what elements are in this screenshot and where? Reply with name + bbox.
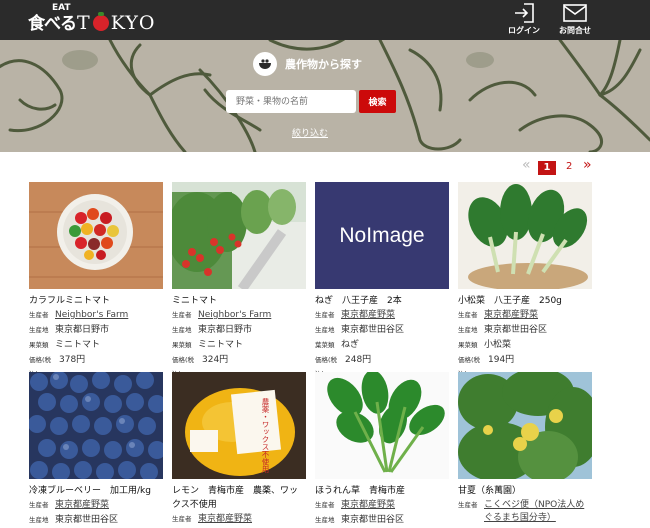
- producer-link[interactable]: Neighbor's Farm: [55, 308, 128, 323]
- pagination-next[interactable]: »: [583, 157, 592, 173]
- product-card[interactable]: ミニトマト 生産者 Neighbor's Farm 生産地 東京都日野市 果菜類 ミニ…: [172, 182, 306, 381]
- pagination-page-2[interactable]: 2: [566, 161, 572, 177]
- price-value: 324円: [202, 355, 229, 365]
- spinach-photo: [315, 372, 449, 479]
- price-value: 248円: [345, 355, 372, 365]
- category-value: ミニトマト: [198, 340, 244, 350]
- origin-label: 生産地: [29, 326, 49, 334]
- category-value: ねぎ: [341, 340, 360, 350]
- category-label: 果菜類: [29, 341, 49, 349]
- producer-link[interactable]: 東京都産野菜: [198, 512, 252, 527]
- product-name[interactable]: 甘夏（糸萬園）: [458, 484, 592, 498]
- producer-label: 生産者: [172, 515, 192, 523]
- producer-link[interactable]: 東京都産野菜: [484, 308, 538, 323]
- login-label: ログイン: [508, 26, 540, 35]
- product-card[interactable]: 農薬・ワックス不使用 レモン 青梅市産 農薬、ワックス不使用 生産者 東京都産野菜: [172, 372, 306, 527]
- tomato-bowl-photo: [29, 182, 163, 289]
- contact-label: お問合せ: [559, 26, 591, 35]
- site-logo[interactable]: 食べる EAT T KYO: [28, 3, 156, 34]
- login-icon: [515, 3, 534, 23]
- origin-value: 東京都日野市: [198, 325, 253, 335]
- origin-value: 東京都日野市: [55, 325, 110, 335]
- product-card[interactable]: 甘夏（糸萬園） 生産者 こくベジ便（NPO法人めぐるまち国分寺）: [458, 372, 592, 525]
- product-card[interactable]: 冷凍ブルーベリー 加工用/kg 生産者 東京都産野菜 生産地 東京都世田谷区: [29, 372, 163, 528]
- product-name[interactable]: カラフルミニトマト: [29, 294, 163, 308]
- product-image[interactable]: [458, 182, 592, 289]
- producer-link[interactable]: Neighbor's Farm: [198, 308, 271, 323]
- producer-label: 生産者: [315, 501, 335, 509]
- hero-heading: 農作物から探す: [253, 52, 362, 76]
- search-input[interactable]: [226, 90, 356, 113]
- contact-button[interactable]: お問合せ: [545, 0, 605, 40]
- category-label: 葉菜類: [315, 341, 335, 349]
- hero-title-text: 農作物から探す: [285, 58, 362, 71]
- producer-link[interactable]: 東京都産野菜: [341, 498, 395, 513]
- search-button[interactable]: 検索: [359, 90, 396, 113]
- pagination-prev[interactable]: «: [522, 157, 531, 173]
- product-image[interactable]: [315, 372, 449, 479]
- product-name[interactable]: 小松菜 八王子産 250g: [458, 294, 592, 308]
- mail-icon: [563, 4, 587, 22]
- producer-label: 生産者: [29, 501, 49, 509]
- product-name[interactable]: 冷凍ブルーベリー 加工用/kg: [29, 484, 163, 498]
- pagination-page-1[interactable]: 1: [538, 161, 556, 175]
- product-image[interactable]: [29, 182, 163, 289]
- producer-label: 生産者: [29, 311, 49, 319]
- lemon-photo: [172, 372, 306, 479]
- price-value: 378円: [59, 355, 86, 365]
- tomato-icon: [92, 12, 109, 31]
- komatsuna-photo: [458, 182, 592, 289]
- filter-link[interactable]: 絞り込む: [292, 126, 328, 139]
- product-name[interactable]: ねぎ 八王子産 2本: [315, 294, 449, 308]
- hero-search-banner: 農作物から探す 検索 絞り込む: [0, 40, 650, 152]
- origin-value: 東京都世田谷区: [484, 325, 548, 335]
- origin-label: 生産地: [315, 326, 335, 334]
- producer-label: 生産者: [458, 311, 478, 319]
- logo-t-text: T: [77, 12, 91, 34]
- origin-value: 東京都世田谷区: [341, 325, 405, 335]
- category-label: 果菜類: [172, 341, 192, 349]
- producer-link[interactable]: こくベジ便（NPO法人めぐるまち国分寺）: [484, 499, 588, 525]
- origin-label: 生産地: [172, 326, 192, 334]
- blueberry-photo: [29, 372, 163, 479]
- no-image-placeholder: NoImage: [339, 223, 425, 247]
- product-card[interactable]: カラフルミニトマト 生産者 Neighbor's Farm 生産地 東京都日野市 果…: [29, 182, 163, 381]
- producer-label: 生産者: [172, 311, 192, 319]
- product-image[interactable]: [29, 372, 163, 479]
- product-image[interactable]: [172, 182, 306, 289]
- product-name[interactable]: ほうれん草 青梅市産: [315, 484, 449, 498]
- producer-label: 生産者: [315, 311, 335, 319]
- origin-value: 東京都世田谷区: [341, 515, 405, 525]
- product-image[interactable]: NoImage: [315, 182, 449, 289]
- amanatsu-tree-photo: [458, 372, 592, 479]
- origin-label: 生産地: [29, 516, 49, 524]
- product-name[interactable]: レモン 青梅市産 農薬、ワックス不使用: [172, 484, 306, 512]
- category-label: 果菜類: [458, 341, 478, 349]
- producer-link[interactable]: 東京都産野菜: [341, 308, 395, 323]
- top-navigation-bar: 食べる EAT T KYO ログイン お問合せ: [0, 0, 650, 40]
- origin-label: 生産地: [458, 326, 478, 334]
- bowl-icon: [253, 52, 277, 76]
- origin-label: 生産地: [315, 516, 335, 524]
- category-value: ミニトマト: [55, 340, 101, 350]
- logo-eat-text: EAT: [52, 3, 71, 13]
- product-card[interactable]: NoImage ねぎ 八王子産 2本 生産者 東京都産野菜 生産地 東京都世田谷区 …: [315, 182, 449, 381]
- category-value: 小松菜: [484, 340, 512, 350]
- product-card[interactable]: 小松菜 八王子産 250g 生産者 東京都産野菜 生産地 東京都世田谷区 果菜類 小松…: [458, 182, 592, 381]
- greenhouse-tomato-photo: [172, 182, 306, 289]
- logo-kyo-text: KYO: [110, 12, 156, 34]
- origin-value: 東京都世田谷区: [55, 515, 119, 525]
- product-image[interactable]: 農薬・ワックス不使用: [172, 372, 306, 479]
- lemon-sign-text: 農薬・ワックス不使用: [261, 398, 270, 473]
- product-card[interactable]: ほうれん草 青梅市産 生産者 東京都産野菜 生産地 東京都世田谷区: [315, 372, 449, 528]
- product-image[interactable]: [458, 372, 592, 479]
- producer-link[interactable]: 東京都産野菜: [55, 498, 109, 513]
- product-name[interactable]: ミニトマト: [172, 294, 306, 308]
- price-value: 194円: [488, 355, 515, 365]
- producer-label: 生産者: [458, 501, 478, 509]
